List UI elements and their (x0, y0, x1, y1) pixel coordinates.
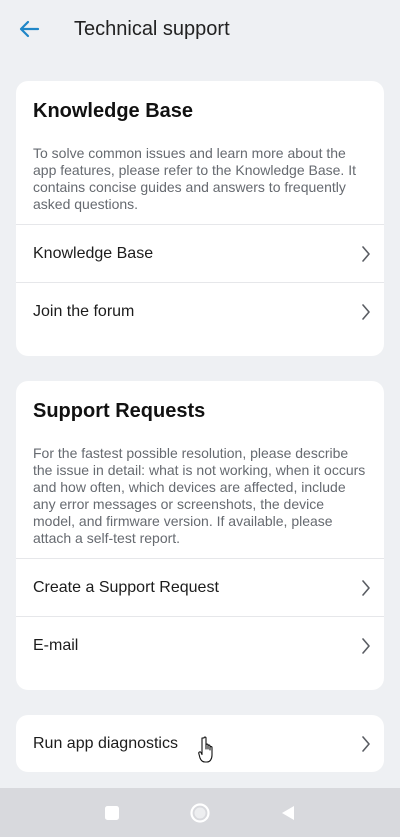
app-bar: Technical support (0, 0, 400, 58)
home-circle-icon (190, 803, 210, 823)
system-navigation-bar (0, 788, 400, 837)
page-title: Technical support (74, 18, 230, 40)
chevron-right-icon (359, 735, 373, 753)
create-support-request-link[interactable]: Create a Support Request (16, 558, 384, 616)
row-label: Create a Support Request (33, 578, 219, 596)
back-triangle-icon (282, 806, 294, 820)
row-label: Knowledge Base (33, 244, 154, 262)
recents-square-icon (105, 806, 119, 820)
chevron-right-icon (359, 303, 373, 321)
email-link[interactable]: E-mail (16, 616, 384, 674)
arrow-left-icon (19, 20, 40, 38)
card-description: To solve common issues and learn more ab… (33, 145, 356, 212)
join-forum-link[interactable]: Join the forum (16, 282, 384, 340)
chevron-right-icon (359, 579, 373, 597)
knowledge-base-link[interactable]: Knowledge Base (16, 224, 384, 282)
back-button[interactable] (14, 14, 44, 44)
knowledge-base-card: Knowledge Base To solve common issues an… (16, 81, 384, 356)
support-requests-card: Support Requests For the fastest possibl… (16, 381, 384, 690)
chevron-right-icon (359, 637, 373, 655)
home-button[interactable] (187, 800, 213, 826)
row-label: Join the forum (33, 302, 135, 320)
chevron-right-icon (359, 245, 373, 263)
row-label: E-mail (33, 636, 79, 654)
row-label: Run app diagnostics (33, 734, 178, 752)
back-nav-button[interactable] (275, 800, 301, 826)
diagnostics-card: Run app diagnostics (16, 715, 384, 772)
card-title: Knowledge Base (33, 100, 194, 122)
run-diagnostics-link[interactable]: Run app diagnostics (16, 715, 384, 772)
card-title: Support Requests (33, 400, 206, 422)
recents-button[interactable] (99, 800, 125, 826)
card-description: For the fastest possible resolution, ple… (33, 445, 366, 546)
